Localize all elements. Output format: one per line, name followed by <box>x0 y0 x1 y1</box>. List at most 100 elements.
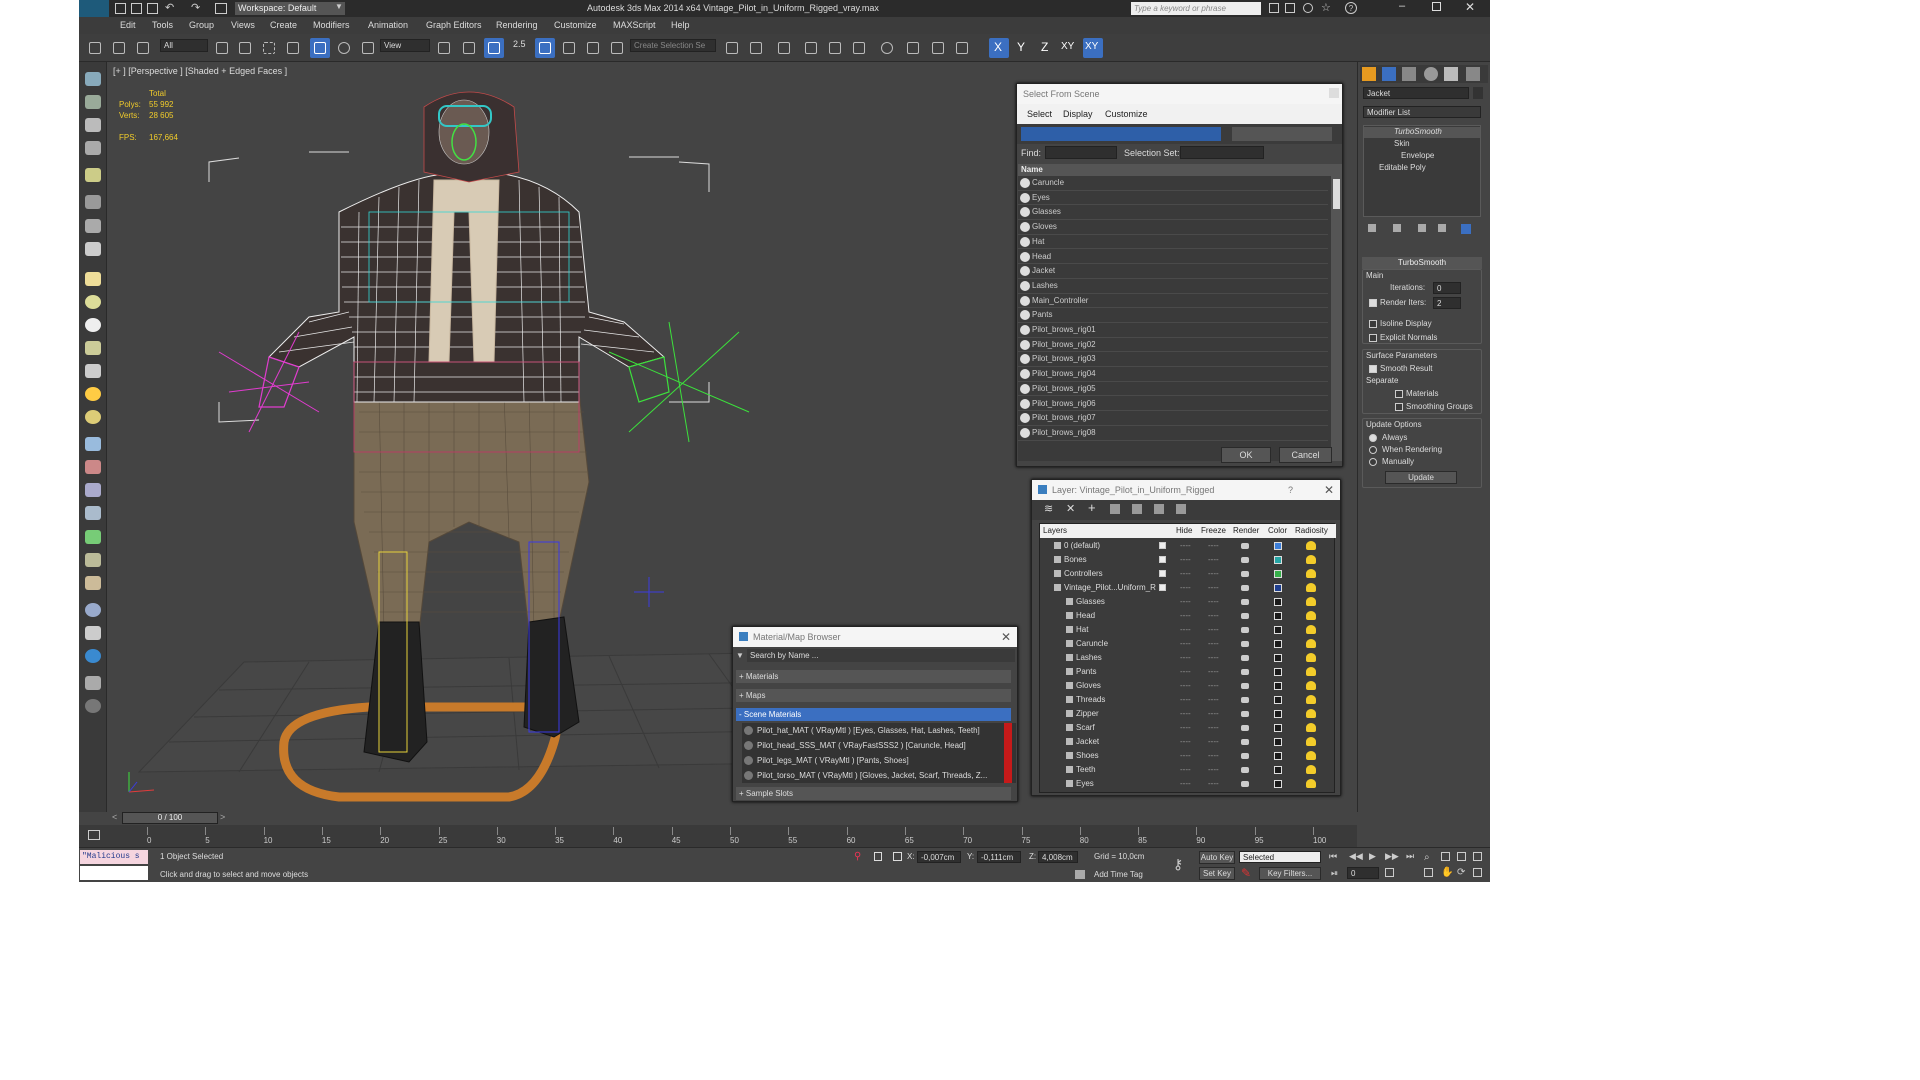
layer-current-checkbox[interactable] <box>1159 542 1166 549</box>
layer-color-swatch[interactable] <box>1274 598 1282 606</box>
rectangular-selection-icon[interactable] <box>259 38 279 58</box>
remove-modifier-icon[interactable] <box>1438 224 1446 232</box>
render-teapot-icon[interactable] <box>1241 711 1249 717</box>
help-search-input[interactable]: Type a keyword or phrase <box>1131 2 1261 15</box>
menu-customize[interactable]: Customize <box>1105 109 1148 119</box>
add-time-tag-button[interactable]: Add Time Tag <box>1094 870 1143 879</box>
layer-hide-toggle[interactable]: ---- <box>1180 763 1191 777</box>
layer-color-swatch[interactable] <box>1274 542 1282 550</box>
zoom-extents-all-icon[interactable] <box>1473 852 1482 861</box>
maxscript-output[interactable] <box>80 866 148 880</box>
render-teapot-icon[interactable] <box>1241 557 1249 563</box>
layer-close-icon[interactable]: ✕ <box>1324 480 1334 500</box>
zoom-icon[interactable]: ⌕ <box>1424 852 1430 863</box>
axis-x-button[interactable]: X <box>989 38 1009 58</box>
time-configuration-icon[interactable] <box>1385 868 1394 877</box>
scene-object-row[interactable]: Jacket <box>1018 264 1328 279</box>
layer-hide-toggle[interactable]: ---- <box>1180 679 1191 693</box>
layer-row[interactable]: Gloves ---- ---- <box>1040 679 1334 693</box>
open-file-icon[interactable] <box>131 3 142 14</box>
render-production-icon[interactable] <box>952 38 972 58</box>
isoline-display-checkbox[interactable] <box>1369 320 1377 328</box>
close-window-button[interactable]: ✕ <box>1465 0 1475 14</box>
isolate-selection-icon[interactable]: ⚲ <box>854 851 861 862</box>
set-key-pen-icon[interactable]: ✎ <box>1241 866 1251 880</box>
bind-space-warp-icon[interactable] <box>133 38 153 58</box>
select-and-move-icon[interactable] <box>310 38 330 58</box>
layer-hide-toggle[interactable]: ---- <box>1180 609 1191 623</box>
create-helpers-icon[interactable] <box>85 168 101 182</box>
key-selection-set-dropdown[interactable]: Selected <box>1239 851 1321 863</box>
layer-color-swatch[interactable] <box>1274 668 1282 676</box>
sun-light-icon[interactable] <box>85 387 101 401</box>
render-teapot-icon[interactable] <box>1241 627 1249 633</box>
menu-select[interactable]: Select <box>1027 109 1052 119</box>
menu-maxscript[interactable]: MAXScript <box>613 20 656 30</box>
scene-material-row[interactable]: Pilot_head_SSS_MAT ( VRayFastSSS2 ) [Car… <box>742 738 1016 753</box>
render-iters-spinner[interactable]: 2 <box>1433 297 1461 309</box>
render-teapot-icon[interactable] <box>1241 683 1249 689</box>
scene-object-row[interactable]: Caruncle <box>1018 176 1328 191</box>
scene-object-row[interactable]: Pilot_brows_rig06 <box>1018 397 1328 412</box>
render-teapot-icon[interactable] <box>1241 781 1249 787</box>
show-end-result-icon[interactable] <box>1393 224 1401 232</box>
layer-color-swatch[interactable] <box>1274 682 1282 690</box>
vray-icon[interactable] <box>85 649 101 663</box>
biped-icon[interactable] <box>85 483 101 497</box>
scene-object-row[interactable]: Hat <box>1018 235 1328 250</box>
render-teapot-icon[interactable] <box>1241 613 1249 619</box>
redo-icon[interactable]: ↷ <box>191 1 200 14</box>
cancel-button[interactable]: Cancel <box>1279 447 1332 463</box>
menu-tools[interactable]: Tools <box>152 20 173 30</box>
render-teapot-icon[interactable] <box>1241 585 1249 591</box>
axis-xy-button[interactable]: XY <box>1059 38 1079 58</box>
materials-section[interactable]: + Materials <box>736 670 1011 683</box>
particle-flow-icon[interactable] <box>85 576 101 590</box>
scene-object-row[interactable]: Pilot_brows_rig03 <box>1018 352 1328 368</box>
layer-hide-toggle[interactable]: ---- <box>1180 693 1191 707</box>
select-and-rotate-icon[interactable] <box>334 38 354 58</box>
layer-hide-toggle[interactable]: ---- <box>1180 749 1191 763</box>
layer-color-swatch[interactable] <box>1274 696 1282 704</box>
named-selection-set-dropdown[interactable]: Create Selection Se <box>630 39 716 52</box>
render-teapot-icon[interactable] <box>1241 725 1249 731</box>
filter-buttons-group[interactable] <box>1021 127 1221 141</box>
current-frame-field[interactable]: 0 <box>1347 867 1379 879</box>
separate-smoothing-groups-checkbox[interactable] <box>1395 403 1403 411</box>
layer-freeze-toggle[interactable]: ---- <box>1208 749 1219 763</box>
layer-freeze-toggle[interactable]: ---- <box>1208 623 1219 637</box>
layer-row[interactable]: Zipper ---- ---- <box>1040 707 1334 721</box>
radiosity-light-icon[interactable] <box>1306 751 1316 760</box>
scene-materials-section[interactable]: - Scene Materials <box>736 708 1011 721</box>
layer-color-swatch[interactable] <box>1274 752 1282 760</box>
right-boot-mesh[interactable] <box>523 616 580 738</box>
subscription-icon[interactable] <box>1285 3 1295 13</box>
menu-help[interactable]: Help <box>671 20 690 30</box>
layer-row[interactable]: Teeth ---- ---- <box>1040 763 1334 777</box>
col-layers[interactable]: Layers <box>1043 524 1067 538</box>
update-manually-radio[interactable] <box>1369 458 1377 466</box>
menu-edit[interactable]: Edit <box>120 20 136 30</box>
modifier-list-dropdown[interactable]: Modifier List <box>1363 106 1481 118</box>
smooth-result-checkbox[interactable] <box>1369 365 1377 373</box>
save-file-icon[interactable] <box>147 3 158 14</box>
layer-freeze-toggle[interactable]: ---- <box>1208 609 1219 623</box>
menu-modifiers[interactable]: Modifiers <box>313 20 350 30</box>
scene-object-row[interactable]: Pilot_brows_rig07 <box>1018 411 1328 426</box>
workspace-dropdown[interactable]: Workspace: Default <box>235 2 345 15</box>
hide-all-icon[interactable] <box>1154 504 1164 514</box>
layer-hide-toggle[interactable]: ---- <box>1180 539 1191 553</box>
col-freeze[interactable]: Freeze <box>1201 524 1226 538</box>
radiosity-light-icon[interactable] <box>1306 695 1316 704</box>
radiosity-light-icon[interactable] <box>1306 765 1316 774</box>
update-always-radio[interactable] <box>1369 434 1377 442</box>
layer-row[interactable]: Caruncle ---- ---- <box>1040 637 1334 651</box>
radiosity-light-icon[interactable] <box>1306 667 1316 676</box>
sample-slots-section[interactable]: + Sample Slots <box>736 787 1011 800</box>
layer-current-checkbox[interactable] <box>1159 570 1166 577</box>
layer-hide-toggle[interactable]: ---- <box>1180 665 1191 679</box>
layer-row[interactable]: Lashes ---- ---- <box>1040 651 1334 665</box>
space-warps-icon[interactable] <box>85 195 101 209</box>
create-layer-icon[interactable]: ≋ <box>1044 502 1053 515</box>
render-teapot-icon[interactable] <box>1241 669 1249 675</box>
